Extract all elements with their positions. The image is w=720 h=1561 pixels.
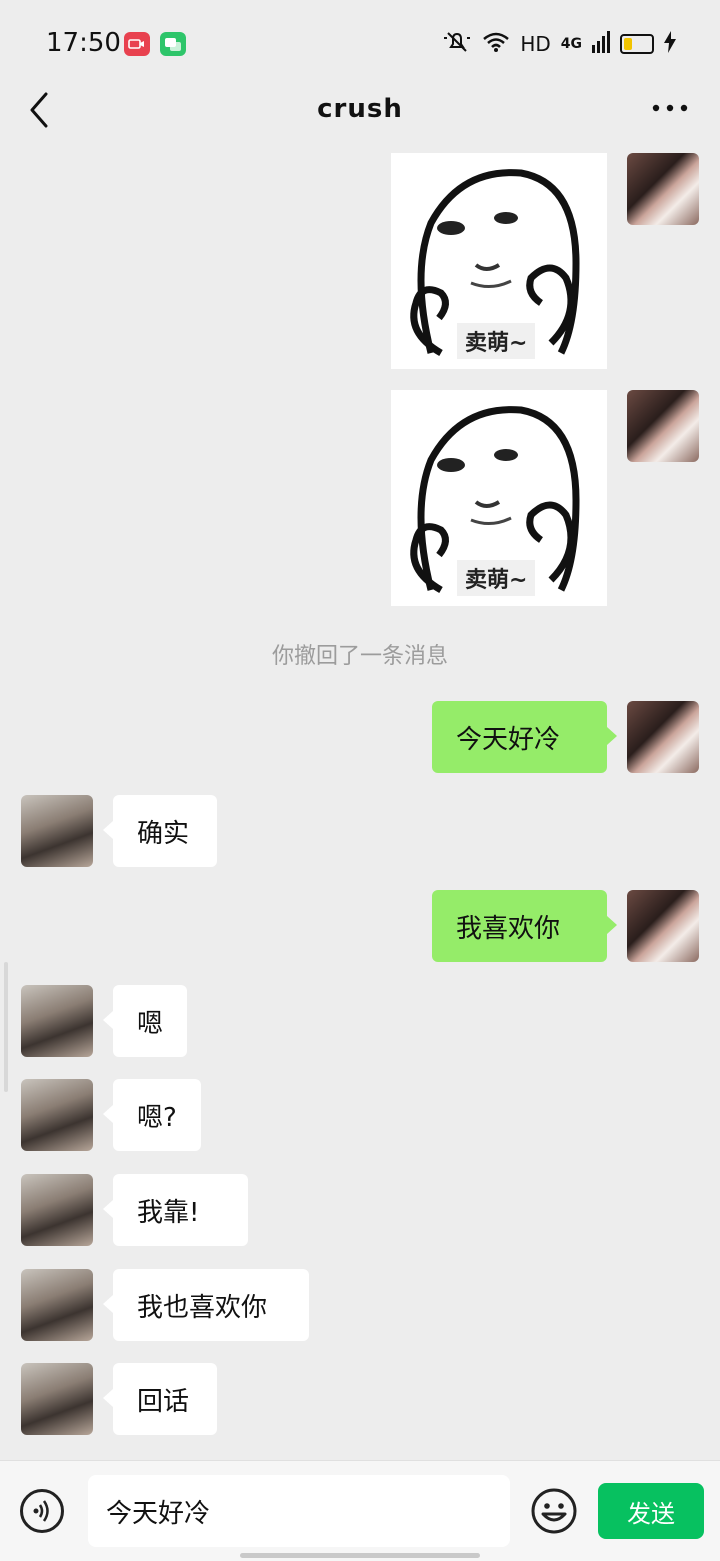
contact-message-bubble[interactable]: 确实 <box>103 795 217 867</box>
contact-message-bubble[interactable]: 我靠! <box>103 1174 248 1246</box>
mute-bell-icon <box>442 30 472 58</box>
contact-avatar[interactable] <box>21 1363 93 1435</box>
my-avatar[interactable] <box>627 701 699 773</box>
more-dots-icon[interactable] <box>650 92 690 122</box>
my-message-bubble[interactable]: 今天好冷 <box>432 701 617 773</box>
my-avatar[interactable] <box>627 890 699 962</box>
sticker-caption: 卖萌~ <box>457 560 536 596</box>
contact-avatar[interactable] <box>21 795 93 867</box>
message-input[interactable]: 今天好冷 <box>88 1475 510 1547</box>
contact-message-bubble[interactable]: 我也喜欢你 <box>103 1269 309 1341</box>
contact-message-bubble[interactable]: 回话 <box>103 1363 217 1435</box>
signal-icon <box>592 31 610 57</box>
contact-message-bubble[interactable]: 嗯? <box>103 1079 201 1151</box>
voice-icon[interactable] <box>20 1489 64 1533</box>
contact-avatar[interactable] <box>21 1079 93 1151</box>
message-app-icon <box>160 32 186 56</box>
contact-avatar[interactable] <box>21 985 93 1057</box>
my-message-bubble[interactable]: 我喜欢你 <box>432 890 617 962</box>
status-icons: HD 4G <box>442 30 676 58</box>
network-indicator: 4G <box>560 36 582 52</box>
hd-indicator: HD <box>520 32 551 56</box>
chat-header: crush <box>0 72 720 146</box>
emoji-icon[interactable] <box>530 1487 578 1535</box>
input-bar: 今天好冷 发送 <box>0 1460 720 1561</box>
status-time: 17:50 <box>46 28 121 58</box>
my-avatar[interactable] <box>627 390 699 462</box>
battery-icon <box>620 34 654 54</box>
send-button[interactable]: 发送 <box>598 1483 704 1539</box>
recall-notice: 你撤回了一条消息 <box>271 644 448 669</box>
sticker-message[interactable]: 卖萌~ <box>391 153 607 369</box>
chat-title: crush <box>317 94 403 124</box>
sticker-message[interactable]: 卖萌~ <box>391 390 607 606</box>
home-indicator[interactable] <box>240 1553 480 1558</box>
contact-message-bubble[interactable]: 嗯 <box>103 985 187 1057</box>
video-app-icon <box>124 32 150 56</box>
charging-icon <box>664 31 676 57</box>
wifi-icon <box>482 31 510 57</box>
contact-avatar[interactable] <box>21 1269 93 1341</box>
scroll-indicator <box>4 962 8 1092</box>
sticker-caption: 卖萌~ <box>457 323 536 359</box>
my-avatar[interactable] <box>627 153 699 225</box>
contact-avatar[interactable] <box>21 1174 93 1246</box>
